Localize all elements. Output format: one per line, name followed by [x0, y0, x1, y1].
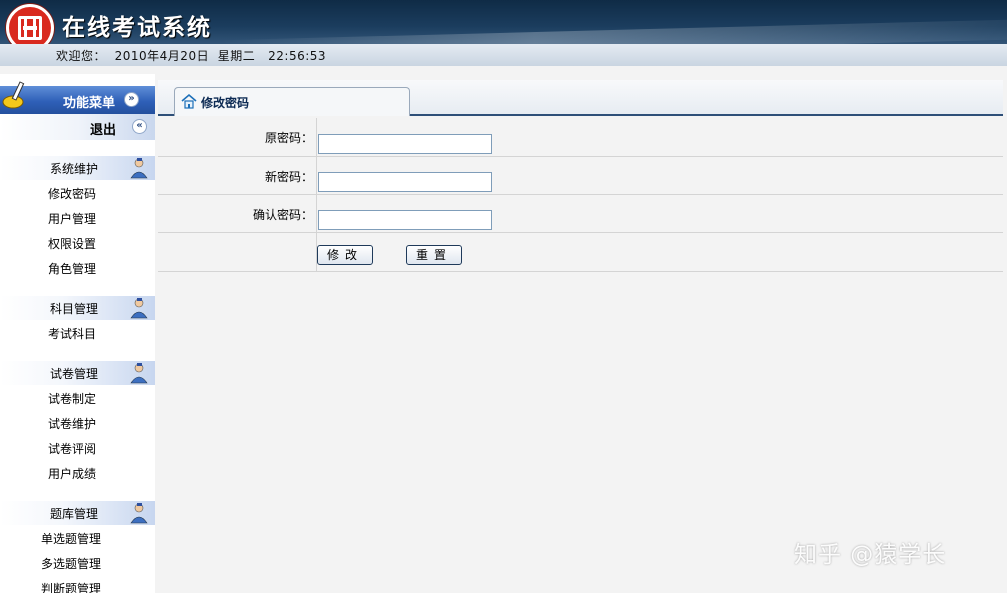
user-icon	[130, 158, 148, 179]
old-password-input[interactable]	[318, 134, 492, 154]
paint-brush-icon	[2, 81, 25, 109]
form-divider	[316, 157, 317, 194]
sidebar-item-role-management[interactable]: 角色管理	[48, 260, 96, 277]
sidebar-item-paper-maintain[interactable]: 试卷维护	[48, 415, 96, 432]
confirm-password-input[interactable]	[318, 210, 492, 230]
home-icon	[181, 93, 197, 109]
sidebar-group-subject[interactable]: 科目管理	[0, 296, 155, 320]
sidebar-item-user-scores[interactable]: 用户成绩	[48, 465, 96, 482]
group-title: 系统维护	[50, 162, 99, 176]
sidebar-item-paper-review[interactable]: 试卷评阅	[48, 440, 96, 457]
logout-row[interactable]: 退出 «	[0, 114, 155, 140]
group-title: 试卷管理	[50, 367, 99, 381]
user-icon	[130, 363, 148, 384]
sidebar-item-user-management[interactable]: 用户管理	[48, 210, 96, 227]
main-content: 修改密码 原密码： 新密码： 确认密码： 修改 重置	[158, 80, 1007, 593]
app-header: 在线考试系统 欢迎您： 2010年4月20日 星期二 22:56:53	[0, 0, 1007, 66]
expand-menu-icon[interactable]: »	[124, 92, 139, 107]
tab-label: 修改密码	[201, 96, 250, 110]
welcome-bar: 欢迎您： 2010年4月20日 星期二 22:56:53	[0, 44, 1007, 66]
sidebar-group-question-bank[interactable]: 题库管理	[0, 501, 155, 525]
sidebar-item-change-password[interactable]: 修改密码	[48, 185, 96, 202]
sidebar-item-exam-subjects[interactable]: 考试科目	[48, 325, 96, 342]
site-title: 在线考试系统	[62, 14, 212, 41]
menu-title: 功能菜单	[63, 96, 116, 111]
form-row-actions: 修改 重置	[158, 233, 1003, 272]
old-password-label: 原密码：	[264, 131, 313, 145]
sidebar-item-single-choice[interactable]: 单选题管理	[41, 530, 101, 547]
welcome-text: 欢迎您： 2010年4月20日 星期二 22:56:53	[56, 49, 327, 63]
group-title: 题库管理	[50, 507, 99, 521]
sidebar: 功能菜单 » 退出 « 系统维护 修改密码 用户管理 权限设置 角色管理 科目管…	[0, 74, 155, 593]
sidebar-item-multiple-choice[interactable]: 多选题管理	[41, 555, 101, 572]
submit-button[interactable]: 修改	[317, 245, 373, 265]
sidebar-item-true-false[interactable]: 判断题管理	[41, 580, 101, 593]
user-icon	[130, 298, 148, 319]
tab-change-password[interactable]: 修改密码	[174, 87, 410, 116]
form-row-confirm-password: 确认密码：	[158, 195, 1003, 233]
logout-link[interactable]: 退出	[90, 119, 116, 138]
watermark-text: 知乎 @猿学长	[794, 542, 947, 568]
group-title: 科目管理	[50, 302, 99, 316]
reset-button[interactable]: 重置	[406, 245, 462, 265]
sidebar-group-system[interactable]: 系统维护	[0, 156, 155, 180]
form-row-new-password: 新密码：	[158, 157, 1003, 195]
new-password-label: 新密码：	[264, 170, 313, 184]
user-icon	[130, 503, 148, 524]
sidebar-group-papers[interactable]: 试卷管理	[0, 361, 155, 385]
sidebar-item-paper-create[interactable]: 试卷制定	[48, 390, 96, 407]
menu-header: 功能菜单 »	[0, 81, 155, 114]
form-row-old-password: 原密码：	[158, 118, 1003, 157]
confirm-password-label: 确认密码：	[252, 208, 313, 222]
new-password-input[interactable]	[318, 172, 492, 192]
collapse-icon[interactable]: «	[132, 119, 147, 134]
sidebar-item-permission-settings[interactable]: 权限设置	[48, 235, 96, 252]
tab-bar: 修改密码	[158, 80, 1003, 116]
form-divider	[316, 118, 317, 156]
form-divider	[316, 195, 317, 232]
